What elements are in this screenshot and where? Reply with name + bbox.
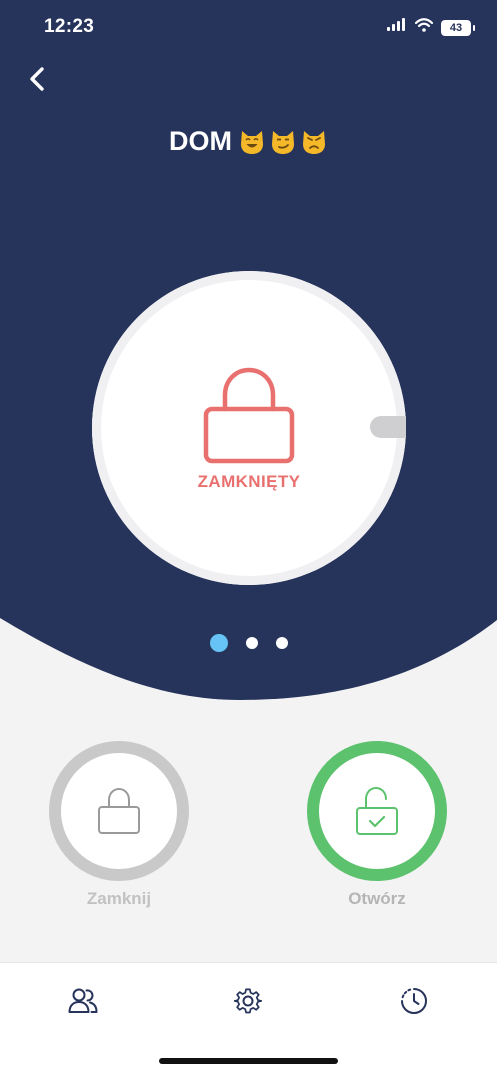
chevron-left-icon bbox=[30, 67, 44, 91]
battery-icon: 43 bbox=[441, 19, 475, 36]
lock-closed-icon bbox=[202, 367, 296, 467]
slide-handle[interactable] bbox=[370, 416, 406, 438]
open-lock-label: Otwórz bbox=[348, 889, 406, 908]
page-title: DOM bbox=[169, 126, 232, 156]
smirking-cat-icon bbox=[272, 130, 294, 154]
page-dot-1[interactable] bbox=[209, 634, 228, 652]
wifi-icon bbox=[414, 18, 434, 37]
lock-icon bbox=[98, 787, 140, 834]
status-time: 12:23 bbox=[44, 16, 95, 37]
close-lock-button[interactable]: Zamknij bbox=[49, 741, 189, 909]
page-dot-2[interactable] bbox=[245, 637, 258, 649]
lock-status-dial[interactable]: ZAMKNIĘTY bbox=[92, 271, 406, 585]
tab-users[interactable] bbox=[67, 985, 99, 1017]
open-lock-button[interactable]: Otwórz bbox=[307, 741, 447, 909]
battery-level: 43 bbox=[449, 21, 463, 34]
history-clock-icon bbox=[401, 988, 427, 1014]
tab-history[interactable] bbox=[398, 985, 430, 1017]
page-indicator bbox=[0, 634, 497, 652]
status-bar: 12:23 43 bbox=[0, 0, 497, 54]
lock-state-label: ZAMKNIĘTY bbox=[197, 472, 301, 491]
back-button[interactable] bbox=[20, 62, 54, 96]
gear-icon bbox=[234, 988, 262, 1014]
open-lock-ring[interactable] bbox=[307, 741, 447, 881]
smiling-cat-icon bbox=[241, 130, 263, 154]
users-icon bbox=[68, 988, 98, 1013]
close-lock-ring[interactable] bbox=[49, 741, 189, 881]
unlock-check-icon bbox=[356, 786, 398, 835]
tab-settings[interactable] bbox=[232, 985, 264, 1017]
cellular-signal-icon bbox=[387, 18, 407, 37]
status-icons: 43 bbox=[387, 18, 475, 37]
title-emojis bbox=[238, 128, 328, 156]
page-dot-3[interactable] bbox=[275, 637, 288, 649]
close-lock-label: Zamknij bbox=[86, 889, 152, 908]
title-row: DOM bbox=[0, 126, 497, 157]
home-indicator bbox=[159, 1058, 338, 1064]
pouting-cat-icon bbox=[303, 130, 325, 154]
